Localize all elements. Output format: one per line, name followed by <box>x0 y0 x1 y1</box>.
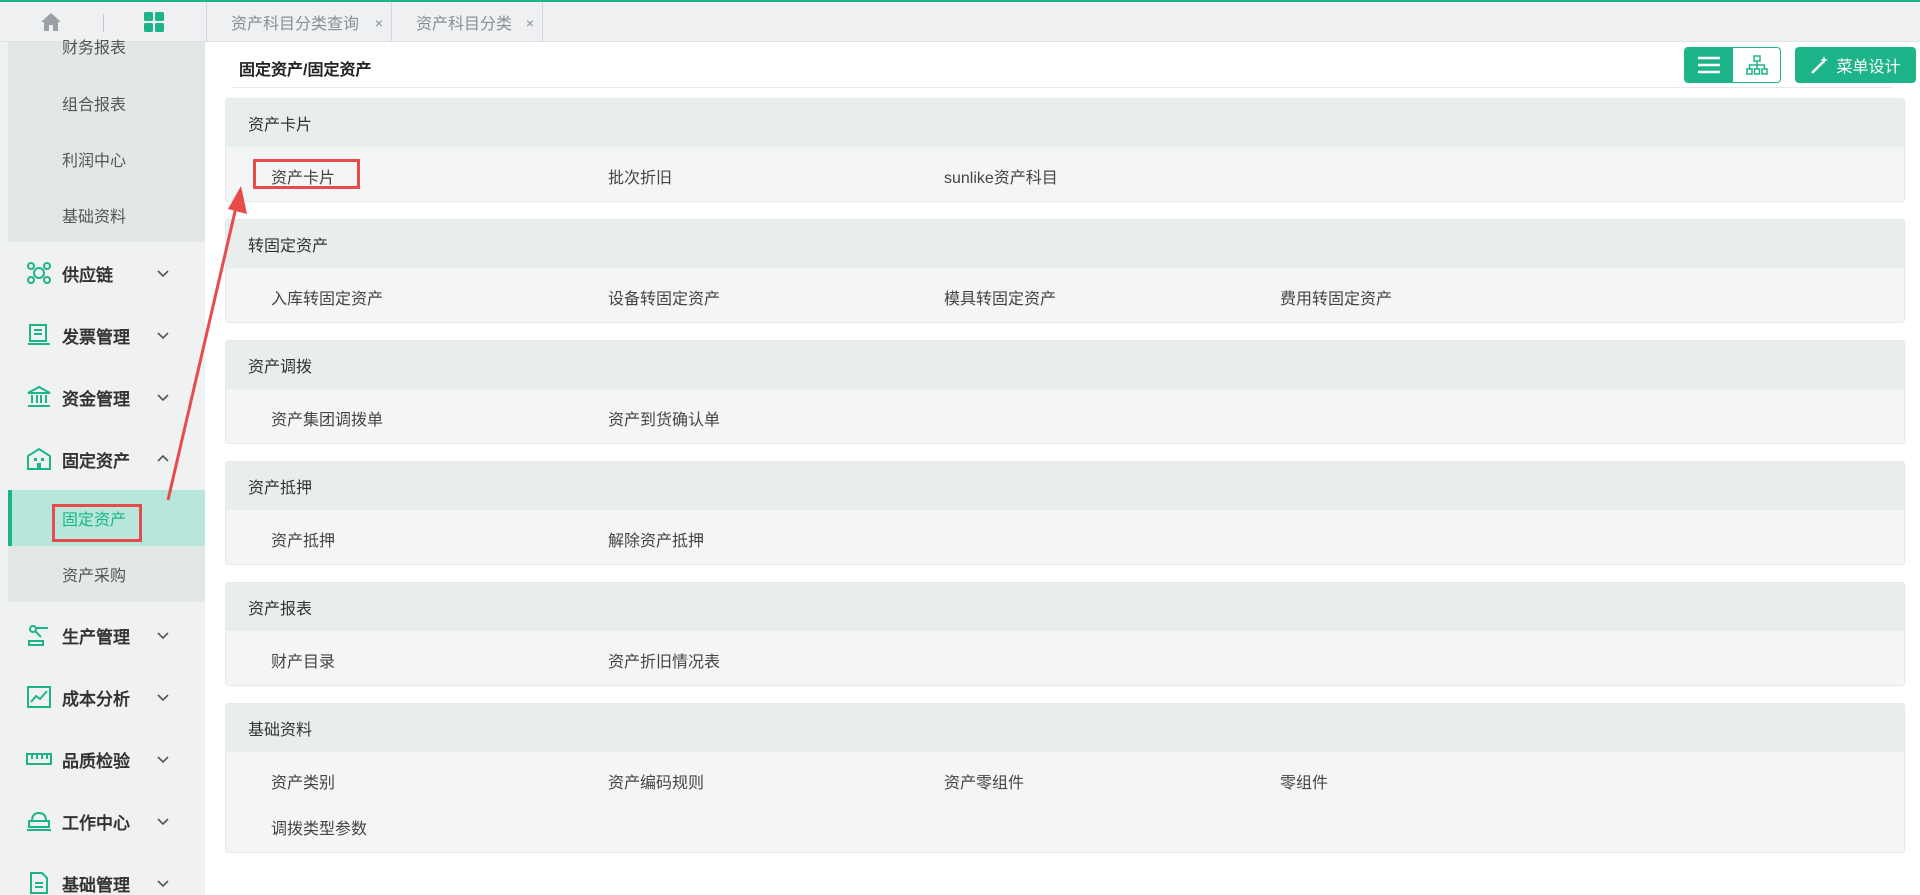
sidebar-item-label: 组合报表 <box>62 97 127 114</box>
chevron-up-icon <box>157 454 169 462</box>
sidebar-menu-production[interactable]: 生产管理 <box>0 604 205 666</box>
tree-view-button[interactable] <box>1733 48 1780 82</box>
link-asset-category[interactable]: 资产类别 <box>271 769 335 793</box>
link-transfer-type-params[interactable]: 调拨类型参数 <box>271 815 367 839</box>
invoice-icon <box>28 324 50 345</box>
group-title: 转固定资产 <box>226 220 1904 268</box>
link-release-mortgage[interactable]: 解除资产抵押 <box>608 527 704 551</box>
topbar-divider <box>103 14 104 32</box>
group-title: 资产抵押 <box>226 462 1904 510</box>
sidebar-menu-label: 工作中心 <box>62 813 130 833</box>
list-view-button[interactable] <box>1685 48 1733 82</box>
magic-wand-icon <box>1811 56 1829 74</box>
group-asset-reports: 资产报表 财产目录 资产折旧情况表 <box>225 582 1905 686</box>
link-batch-depreciation[interactable]: 批次折旧 <box>608 164 672 188</box>
link-components[interactable]: 零组件 <box>1280 769 1328 793</box>
sidebar-item-asset-purchase[interactable]: 资产采购 <box>8 546 205 602</box>
menu-design-button[interactable]: 菜单设计 <box>1795 47 1916 83</box>
trend-chart-icon <box>27 686 51 708</box>
tab-label: 资产科目分类查询 <box>231 16 360 33</box>
breadcrumb-bar: 固定资产/固定资产 菜单设计 <box>233 42 1916 88</box>
top-tab-bar: 资产科目分类查询 × 资产科目分类 × <box>0 2 1920 42</box>
link-equipment-to-fixed-asset[interactable]: 设备转固定资产 <box>608 285 720 309</box>
highlight-box-asset-card <box>253 159 360 189</box>
sidebar-menu-label: 品质检验 <box>62 751 130 771</box>
sidebar-menu-label: 成本分析 <box>62 689 130 709</box>
chevron-down-icon <box>157 632 169 640</box>
sidebar-menu-fixed-assets[interactable]: 固定资产 <box>0 428 205 490</box>
org-tree-icon <box>1746 55 1768 75</box>
close-icon[interactable]: × <box>375 15 383 31</box>
tab-asset-category-query[interactable]: 资产科目分类查询 × <box>206 2 391 42</box>
group-basic-data: 基础资料 资产类别 资产编码规则 资产零组件 零组件 调拨类型参数 <box>225 703 1905 853</box>
link-group-transfer-order[interactable]: 资产集团调拨单 <box>271 406 383 430</box>
sidebar-menu-invoice[interactable]: 发票管理 <box>0 304 205 366</box>
close-icon[interactable]: × <box>526 15 534 31</box>
robot-arm-icon <box>28 625 48 646</box>
highlight-box-fixed-assets <box>52 504 142 542</box>
group-title: 资产调拨 <box>226 341 1904 389</box>
link-sunlike-asset-subject[interactable]: sunlike资产科目 <box>944 164 1058 188</box>
sidebar-item-combined-report[interactable]: 组合报表 <box>8 75 205 131</box>
link-stock-to-fixed-asset[interactable]: 入库转固定资产 <box>271 285 383 309</box>
main-content: 固定资产/固定资产 菜单设计 资产卡片 资产卡片 批次折旧 sunlike资产科… <box>205 42 1920 895</box>
menu-design-label: 菜单设计 <box>1836 59 1901 76</box>
bank-icon <box>27 385 51 407</box>
workstation-icon <box>27 811 51 831</box>
document-icon <box>30 872 48 894</box>
link-expense-to-fixed-asset[interactable]: 费用转固定资产 <box>1280 285 1392 309</box>
sidebar-item-label: 资产采购 <box>62 568 127 585</box>
sidebar-item-financial-report[interactable]: 财务报表 <box>8 32 205 72</box>
tab-asset-category[interactable]: 资产科目分类 × <box>391 2 543 42</box>
sidebar-menu-cost-analysis[interactable]: 成本分析 <box>0 666 205 728</box>
sidebar-menu-label: 基础管理 <box>62 875 130 895</box>
link-asset-mortgage[interactable]: 资产抵押 <box>271 527 335 551</box>
group-asset-transfer: 资产调拨 资产集团调拨单 资产到货确认单 <box>225 340 1905 444</box>
link-depreciation-report[interactable]: 资产折旧情况表 <box>608 648 720 672</box>
chevron-down-icon <box>157 756 169 764</box>
tab-label: 资产科目分类 <box>416 16 513 33</box>
sidebar-menu-supply-chain[interactable]: 供应链 <box>0 242 205 304</box>
sidebar-item-label: 财务报表 <box>62 40 127 57</box>
building-icon <box>27 447 51 470</box>
sidebar-menu-basic-management[interactable]: 基础管理 <box>0 852 205 895</box>
breadcrumb: 固定资产/固定资产 <box>239 62 372 79</box>
group-title: 资产卡片 <box>226 99 1904 147</box>
link-property-catalog[interactable]: 财产目录 <box>271 648 335 672</box>
sidebar-item-profit-center[interactable]: 利润中心 <box>8 131 205 187</box>
sidebar-menu-label: 资金管理 <box>62 389 130 409</box>
link-arrival-confirmation[interactable]: 资产到货确认单 <box>608 406 720 430</box>
chevron-down-icon <box>157 694 169 702</box>
group-asset-card: 资产卡片 资产卡片 批次折旧 sunlike资产科目 <box>225 98 1905 202</box>
group-transfer-fixed-asset: 转固定资产 入库转固定资产 设备转固定资产 模具转固定资产 费用转固定资产 <box>225 219 1905 323</box>
link-mold-to-fixed-asset[interactable]: 模具转固定资产 <box>944 285 1056 309</box>
sidebar-menu-funds[interactable]: 资金管理 <box>0 366 205 428</box>
sidebar-item-label: 利润中心 <box>62 153 127 170</box>
menu-lines-icon <box>1698 56 1720 74</box>
sidebar-item-basic-data[interactable]: 基础资料 <box>8 187 205 243</box>
group-title: 基础资料 <box>226 704 1904 752</box>
sidebar-menu-label: 发票管理 <box>62 327 130 347</box>
view-toggle <box>1684 47 1781 83</box>
chevron-down-icon <box>157 270 169 278</box>
sidebar-menu-label: 生产管理 <box>62 627 130 647</box>
chevron-down-icon <box>157 332 169 340</box>
chevron-down-icon <box>157 818 169 826</box>
group-title: 资产报表 <box>226 583 1904 631</box>
link-asset-code-rule[interactable]: 资产编码规则 <box>608 769 704 793</box>
sidebar-item-label: 基础资料 <box>62 209 127 226</box>
group-asset-mortgage: 资产抵押 资产抵押 解除资产抵押 <box>225 461 1905 565</box>
supply-chain-icon <box>27 262 51 284</box>
sidebar-menu-label: 固定资产 <box>62 451 130 471</box>
sidebar: 财务报表 组合报表 利润中心 基础资料 供应链 发票管理 资金管理 固定资产 固… <box>0 40 205 895</box>
chevron-down-icon <box>157 880 169 888</box>
ruler-icon <box>26 753 52 765</box>
sidebar-menu-quality[interactable]: 品质检验 <box>0 728 205 790</box>
sidebar-menu-work-center[interactable]: 工作中心 <box>0 790 205 852</box>
link-asset-components[interactable]: 资产零组件 <box>944 769 1024 793</box>
chevron-down-icon <box>157 394 169 402</box>
sidebar-menu-label: 供应链 <box>62 265 113 285</box>
